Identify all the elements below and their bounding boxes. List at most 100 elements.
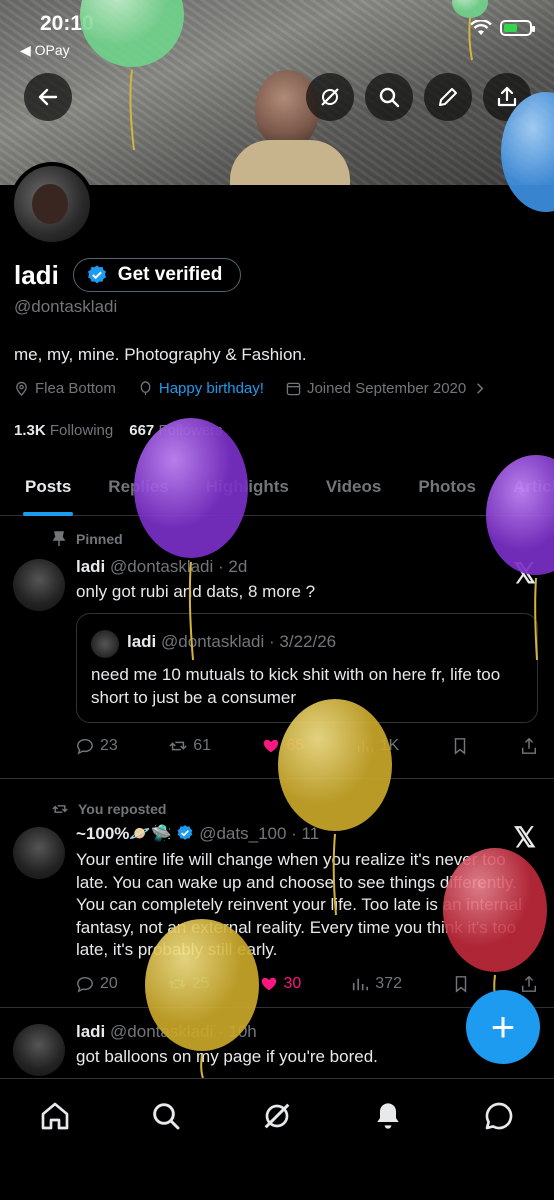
bookmark-icon (454, 738, 465, 755)
like-button[interactable]: 65 (262, 737, 304, 755)
profile-location: Flea Bottom (35, 380, 116, 397)
nav-messages[interactable] (479, 1096, 519, 1136)
x-logo-icon: 𝕏 (513, 558, 536, 589)
balloon-icon (140, 381, 151, 396)
reply-button[interactable]: 23 (76, 737, 118, 755)
birthday-link[interactable]: Happy birthday! (159, 380, 264, 397)
chevron-right-icon (477, 383, 484, 394)
battery-icon (500, 20, 535, 36)
bell-icon (377, 1103, 399, 1129)
pencil-icon (439, 88, 457, 106)
quoted-post-avatar (91, 630, 119, 658)
views-chart-icon (357, 740, 373, 753)
post-repost[interactable]: You reposted ~100%🪐🛸 @dats_100 · 11 Your… (0, 779, 554, 1008)
nav-grok[interactable] (257, 1096, 297, 1136)
home-icon (41, 1102, 69, 1130)
reply-count: 23 (100, 737, 118, 754)
grok-icon (264, 1103, 290, 1129)
tab-highlights[interactable]: Highlights (194, 458, 301, 516)
share-profile-button[interactable] (483, 73, 531, 121)
status-time: 20:10 (40, 12, 94, 35)
get-verified-button[interactable]: Get verified (72, 258, 242, 292)
tab-posts[interactable]: Posts (13, 458, 83, 516)
quoted-post[interactable]: ladi @dontaskladi · 3/22/26 need me 10 m… (76, 613, 538, 723)
back-to-app-link[interactable]: ◀ OPay (20, 42, 70, 59)
back-button[interactable] (24, 73, 72, 121)
views-button[interactable]: 1K (356, 737, 400, 755)
share-icon (497, 86, 517, 107)
nav-home[interactable] (35, 1096, 75, 1136)
repost-count: 25 (191, 975, 210, 992)
status-bar: 20:10 ◀ OPay (0, 0, 554, 60)
heart-filled-icon (261, 977, 276, 991)
bookmark-button[interactable] (452, 975, 470, 993)
share-button[interactable] (520, 737, 538, 755)
bookmark-icon (455, 976, 467, 993)
tab-replies[interactable]: Replies (96, 458, 180, 516)
like-count: 30 (283, 975, 302, 992)
post-author-name[interactable]: ladi (76, 557, 105, 576)
share-icon (521, 975, 536, 992)
share-button[interactable] (520, 975, 538, 993)
share-icon (521, 737, 537, 754)
post-author-avatar[interactable] (13, 827, 65, 879)
get-verified-label: Get verified (117, 264, 223, 285)
like-button[interactable]: 30 (260, 975, 302, 993)
edit-profile-button[interactable] (424, 73, 472, 121)
compose-post-button[interactable]: + (466, 990, 540, 1064)
x-logo-icon: 𝕏 (513, 822, 536, 853)
views-button[interactable]: 372 (351, 975, 402, 993)
pin-icon (52, 531, 66, 546)
nav-search[interactable] (146, 1096, 186, 1136)
quoted-post-text: need me 10 mutuals to kick shit with on … (91, 665, 501, 707)
post-author-name[interactable]: ~100%🪐🛸 (76, 824, 172, 843)
profile-handle: @dontaskladi (14, 297, 118, 316)
like-count: 65 (286, 737, 305, 754)
nav-notifications[interactable] (368, 1096, 408, 1136)
post-author-avatar[interactable] (13, 1024, 65, 1076)
post-author-meta: @dontaskladi · 10h (110, 1022, 257, 1041)
profile-avatar[interactable] (10, 162, 94, 246)
post-author-avatar[interactable] (13, 559, 65, 611)
tab-photos[interactable]: Photos (406, 458, 488, 516)
followers-count: 667 (129, 422, 155, 439)
repost-button[interactable]: 25 (168, 975, 210, 993)
post-author-name[interactable]: ladi (76, 1022, 105, 1041)
view-count: 1K (379, 737, 400, 754)
profile-name: ladi (14, 259, 59, 290)
repost-icon (168, 979, 186, 989)
tab-videos[interactable]: Videos (314, 458, 393, 516)
views-chart-icon (353, 978, 369, 991)
chat-bubble-icon (485, 1102, 513, 1130)
tab-articles[interactable]: Articles (501, 458, 554, 516)
arrow-left-icon (38, 88, 58, 106)
post-author-meta: @dats_100 · 11 (199, 824, 320, 843)
followers-link[interactable]: 667 Followers (129, 422, 222, 439)
location-pin-icon (16, 381, 27, 396)
repost-button[interactable]: 61 (169, 737, 211, 755)
post-author-meta: @dontaskladi · 2d (110, 557, 248, 576)
wifi-icon (470, 20, 492, 35)
reply-icon (77, 738, 93, 755)
search-icon (379, 87, 400, 108)
post-text: only got rubi and dats, 8 more ? (76, 582, 316, 601)
post-context-label: Pinned (76, 531, 123, 547)
profile-joined: Joined September 2020 (306, 380, 467, 397)
view-count: 372 (375, 975, 402, 992)
grok-button[interactable] (306, 73, 354, 121)
verified-badge-icon (178, 825, 193, 840)
quoted-post-meta: @dontaskladi · 3/22/26 (161, 632, 337, 651)
post-text: Your entire life will change when you re… (76, 850, 523, 959)
reply-button[interactable]: 20 (76, 975, 118, 993)
bottom-navigation (0, 1078, 554, 1200)
search-icon (153, 1103, 180, 1130)
repost-icon (52, 805, 68, 813)
post-pinned[interactable]: Pinned ladi @dontaskladi · 2d only got r… (0, 517, 554, 779)
profile-bio: me, my, mine. Photography & Fashion. (14, 345, 307, 364)
following-link[interactable]: 1.3K Following (14, 422, 113, 439)
search-button[interactable] (365, 73, 413, 121)
following-label: Following (49, 422, 114, 439)
profile-tabs: Posts Replies Highlights Videos Photos A… (0, 458, 554, 516)
reply-count: 20 (100, 975, 118, 992)
bookmark-button[interactable] (451, 737, 469, 755)
